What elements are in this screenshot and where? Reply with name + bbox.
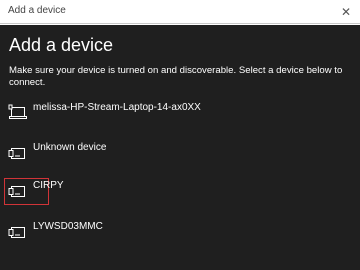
window-title: Add a device [8, 5, 66, 16]
device-label: CIRPY [33, 180, 64, 191]
close-icon[interactable]: ✕ [336, 2, 356, 22]
device-item-unknown[interactable]: Unknown device [0, 138, 360, 172]
device-item-laptop[interactable]: melissa-HP-Stream-Laptop-14-ax0XX [0, 98, 360, 132]
device-label: LYWSD03MMC [33, 221, 103, 232]
device-icon [8, 186, 25, 197]
page-title: Add a device [9, 35, 114, 55]
device-label: melissa-HP-Stream-Laptop-14-ax0XX [33, 102, 201, 113]
device-icon [8, 227, 25, 238]
title-bar: Add a device ✕ [0, 0, 360, 24]
device-label: Unknown device [33, 142, 107, 153]
device-item-lywsd03mmc[interactable]: LYWSD03MMC [0, 217, 360, 251]
device-icon [8, 148, 25, 159]
device-item-cirpy[interactable]: CIRPY [0, 176, 360, 210]
laptop-icon [8, 104, 27, 119]
add-device-panel: Add a device Make sure your device is tu… [0, 25, 360, 270]
instructions-text: Make sure your device is turned on and d… [9, 65, 343, 88]
